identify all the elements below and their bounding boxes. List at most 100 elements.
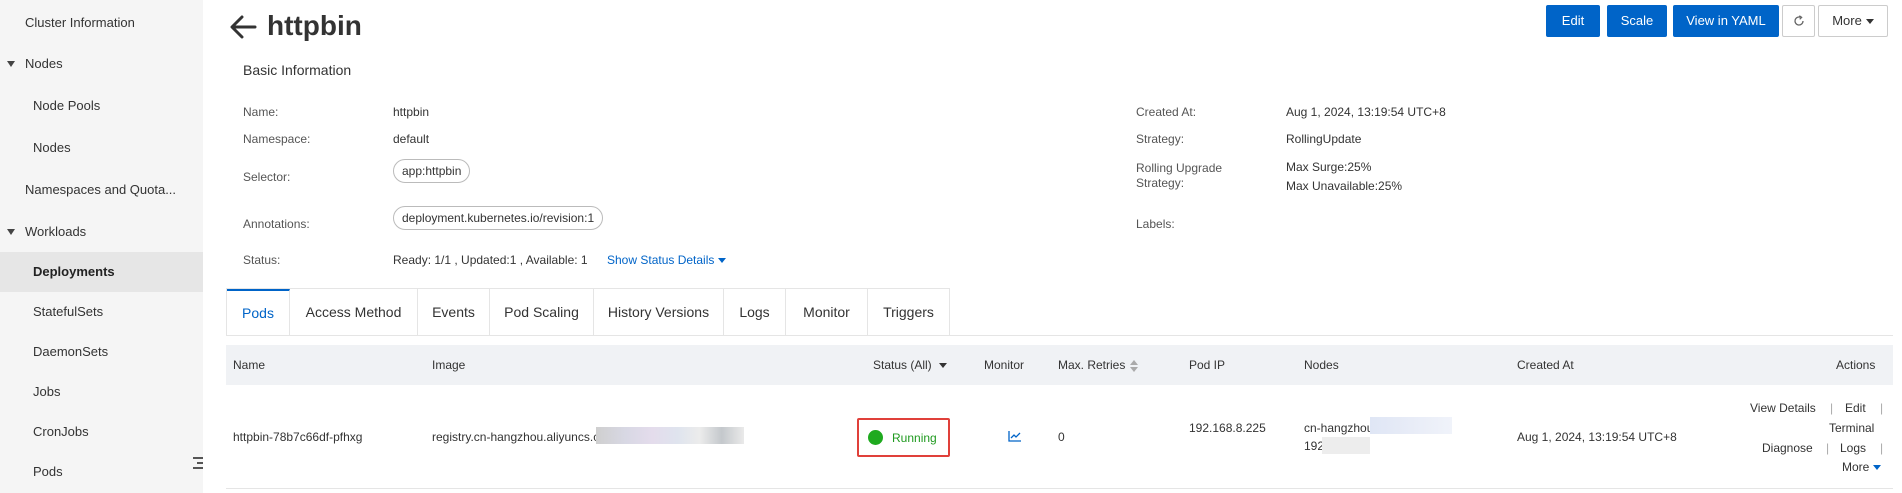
table-header: Name Image Status (All) Monitor Max. Ret… <box>226 345 1893 385</box>
redacted-node-name <box>1370 417 1452 434</box>
tab-label: Pods <box>242 305 274 321</box>
column-name: Name <box>233 358 266 372</box>
show-status-details-link[interactable]: Show Status Details <box>607 253 727 267</box>
column-status-label: Status (All) <box>873 358 932 372</box>
view-in-yaml-button[interactable]: View in YAML <box>1673 5 1779 37</box>
tab-history-versions[interactable]: History Versions <box>594 289 724 336</box>
sidebar-item-cronjobs[interactable]: CronJobs <box>0 412 203 452</box>
edit-button[interactable]: Edit <box>1546 5 1600 37</box>
caret-down-icon <box>1865 19 1874 25</box>
sidebar-item-label: Deployments <box>33 264 115 279</box>
sidebar-group-workloads[interactable]: Workloads <box>0 212 203 252</box>
annotations-label: Annotations: <box>243 217 310 231</box>
sidebar-item-nodes[interactable]: Nodes <box>0 128 203 168</box>
sidebar-item-cluster-information[interactable]: Cluster Information <box>0 3 203 43</box>
tab-label: Pod Scaling <box>504 304 579 320</box>
running-status-icon <box>868 430 883 445</box>
sidebar-item-label: Cluster Information <box>25 15 135 30</box>
sidebar: Cluster Information Nodes Node Pools Nod… <box>0 0 203 493</box>
tab-monitor[interactable]: Monitor <box>786 289 868 336</box>
tab-label: Events <box>432 304 475 320</box>
refresh-button[interactable] <box>1782 5 1815 37</box>
caret-down-icon <box>1873 465 1882 471</box>
pod-ip: 192.168.8.225 <box>1189 421 1266 435</box>
column-status-filter[interactable]: Status (All) <box>873 345 947 385</box>
redacted-image-suffix <box>596 427 744 444</box>
tab-triggers[interactable]: Triggers <box>868 289 950 336</box>
sidebar-item-node-pools[interactable]: Node Pools <box>0 86 203 126</box>
tab-logs[interactable]: Logs <box>724 289 786 336</box>
logs-link[interactable]: Logs <box>1840 441 1866 455</box>
terminal-link[interactable]: Terminal <box>1829 421 1874 435</box>
max-surge-value: Max Surge:25% <box>1286 160 1372 174</box>
sidebar-item-label: Workloads <box>25 224 87 239</box>
pod-max-retries: 0 <box>1058 430 1065 444</box>
strategy-label: Strategy: <box>1136 132 1185 146</box>
edit-button-label: Edit <box>1561 13 1585 28</box>
column-image: Image <box>432 358 466 372</box>
name-label: Name: <box>243 105 279 119</box>
collapse-sidebar-icon[interactable] <box>191 457 203 471</box>
annotations-tag: deployment.kubernetes.io/revision:1 <box>393 206 604 230</box>
name-value: httpbin <box>393 105 430 119</box>
more-button-label: More <box>1832 13 1862 28</box>
refresh-icon <box>1793 15 1804 26</box>
more-button[interactable]: More <box>1818 5 1888 37</box>
sidebar-item-daemonsets[interactable]: DaemonSets <box>0 332 203 372</box>
sidebar-item-pods[interactable]: Pods <box>0 452 203 492</box>
back-arrow-icon[interactable] <box>229 14 257 40</box>
sidebar-item-label: Node Pools <box>33 98 101 113</box>
diagnose-link[interactable]: Diagnose <box>1762 441 1813 455</box>
column-monitor: Monitor <box>984 358 1025 372</box>
sidebar-item-jobs[interactable]: Jobs <box>0 372 203 412</box>
column-pod-ip: Pod IP <box>1189 358 1226 372</box>
tab-pods[interactable]: Pods <box>227 289 290 336</box>
caret-down-icon <box>7 229 15 235</box>
namespace-label: Namespace: <box>243 132 311 146</box>
tab-events[interactable]: Events <box>418 289 490 336</box>
sidebar-item-label: Jobs <box>33 384 61 399</box>
column-created-at: Created At <box>1517 358 1574 372</box>
column-actions: Actions <box>1836 358 1876 372</box>
caret-down-icon <box>718 258 727 264</box>
namespace-value: default <box>393 132 430 146</box>
row-more-actions[interactable]: More <box>1842 460 1882 474</box>
status-label: Status: <box>243 253 281 267</box>
show-status-details-label: Show Status Details <box>607 253 715 267</box>
sidebar-item-namespaces-and-quotas[interactable]: Namespaces and Quota... <box>0 170 203 210</box>
tab-label: Monitor <box>803 304 850 320</box>
sidebar-item-label: StatefulSets <box>33 304 104 319</box>
tab-access-method[interactable]: Access Method <box>290 289 418 336</box>
rolling-upgrade-label-line2: Strategy: <box>1136 176 1185 190</box>
redacted-node-ip <box>1322 437 1370 454</box>
labels-label: Labels: <box>1136 217 1175 231</box>
sidebar-item-statefulsets[interactable]: StatefulSets <box>0 292 203 332</box>
view-details-link[interactable]: View Details <box>1750 401 1816 415</box>
column-nodes: Nodes <box>1304 358 1339 372</box>
node-name-link[interactable]: cn-hangzhou <box>1304 421 1373 435</box>
status-value: Ready: 1/1 , Updated:1 , Available: 1 <box>393 253 588 267</box>
monitor-chart-icon[interactable] <box>1008 430 1022 442</box>
sidebar-item-label: CronJobs <box>33 424 89 439</box>
sidebar-item-label: Namespaces and Quota... <box>25 182 177 197</box>
tab-label: Logs <box>739 304 770 320</box>
page-title: httpbin <box>267 10 362 41</box>
sidebar-item-deployments[interactable]: Deployments <box>0 252 203 292</box>
tab-pod-scaling[interactable]: Pod Scaling <box>490 289 594 336</box>
strategy-value: RollingUpdate <box>1286 132 1362 146</box>
max-unavailable-value: Max Unavailable:25% <box>1286 179 1403 193</box>
created-at-label: Created At: <box>1136 105 1197 119</box>
sidebar-item-label: Nodes <box>33 140 71 155</box>
column-max-retries[interactable]: Max. Retries <box>1058 345 1139 385</box>
scale-button[interactable]: Scale <box>1607 5 1667 37</box>
pod-name-link[interactable]: httpbin-78b7c66df-pfhxg <box>233 430 362 444</box>
tab-label: History Versions <box>607 304 710 320</box>
sidebar-item-label: DaemonSets <box>33 344 109 359</box>
edit-link[interactable]: Edit <box>1845 401 1866 415</box>
view-in-yaml-label: View in YAML <box>1686 13 1766 28</box>
tab-label: Access Method <box>305 304 402 320</box>
sidebar-group-nodes[interactable]: Nodes <box>0 44 203 84</box>
sort-icon <box>1130 359 1139 372</box>
tab-bar: Pods Access Method Events Pod Scaling Hi… <box>226 288 950 336</box>
scale-button-label: Scale <box>1620 13 1654 28</box>
